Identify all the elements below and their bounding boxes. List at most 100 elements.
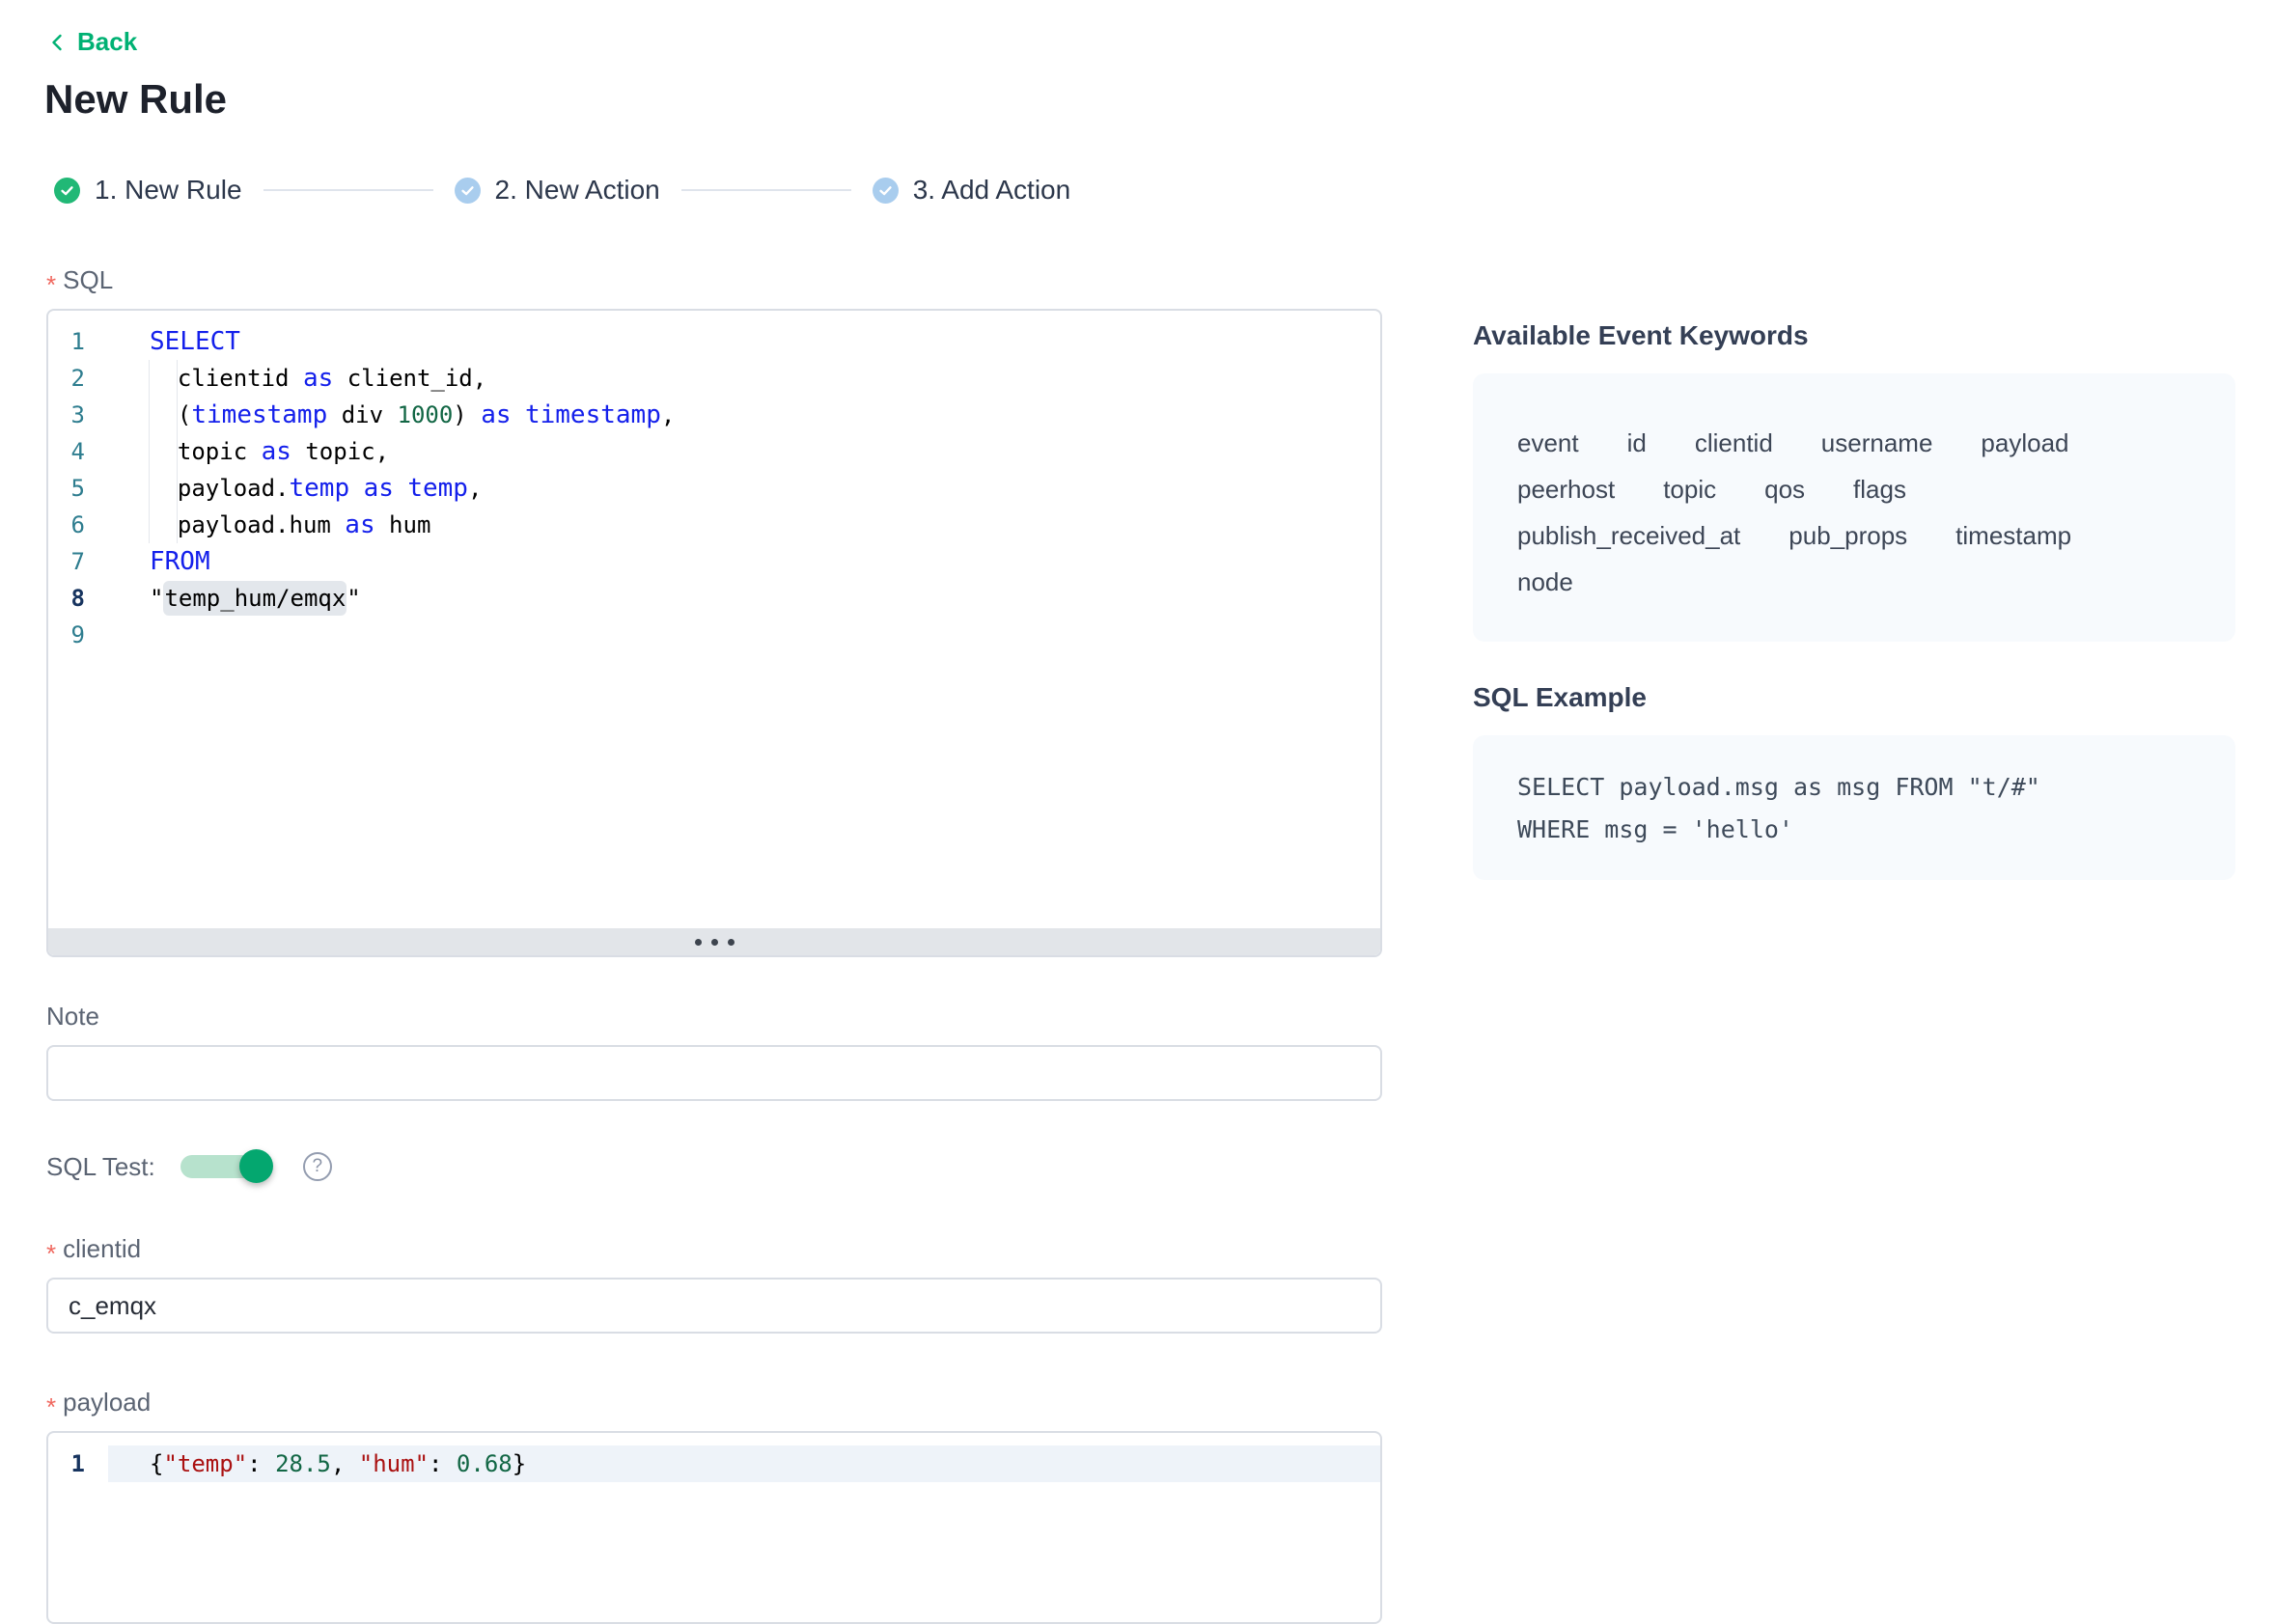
back-label: Back (77, 27, 137, 57)
keyword-peerhost[interactable]: peerhost (1517, 475, 1615, 505)
indent-guide (177, 433, 178, 470)
line-number: 7 (48, 543, 108, 580)
stepper: 1. New Rule 2. New Action 3. Add Action (46, 175, 1382, 206)
keywords-panel: event id clientid username payload peerhost to… (1473, 373, 2235, 642)
sql-example-panel: SELECT payload.msg as msg FROM "t/#"WHER… (1473, 735, 2235, 880)
note-field-label: Note (46, 1002, 1382, 1032)
main-column: Back New Rule 1. New Rule 2. New Action … (46, 0, 1382, 1624)
editor-resize-handle[interactable] (48, 928, 1380, 955)
note-input[interactable] (46, 1045, 1382, 1101)
keyword-username[interactable]: username (1821, 428, 1933, 458)
code-line: 6 payload.hum as hum (48, 507, 1380, 543)
code-line: 5 payload.temp as temp, (48, 470, 1380, 507)
stepper-connector (263, 189, 433, 191)
clientid-input[interactable] (46, 1278, 1382, 1334)
code-line: 2 clientid as client_id, (48, 360, 1380, 397)
step-2-label: 2. New Action (495, 175, 660, 206)
keyword-publish_received_at[interactable]: publish_received_at (1517, 521, 1740, 551)
step-1-check-icon (54, 178, 80, 204)
resize-dot (728, 939, 735, 946)
keyword-qos[interactable]: qos (1764, 475, 1805, 505)
indent-guide (149, 360, 150, 397)
line-number: 2 (48, 360, 108, 397)
code-line-content (108, 617, 1380, 653)
sql-field-label: * SQL (46, 265, 1382, 295)
resize-dot (695, 939, 702, 946)
keyword-topic[interactable]: topic (1663, 475, 1716, 505)
back-chevron-icon (46, 31, 69, 54)
payload-field-label: * payload (46, 1388, 1382, 1418)
indent-guide (177, 397, 178, 433)
sql-code-editor[interactable]: 1SELECT2 clientid as client_id,3 (timest… (46, 309, 1382, 957)
step-2-check-icon (455, 178, 481, 204)
code-line-content: topic as topic, (108, 433, 1380, 470)
toggle-knob (239, 1149, 273, 1183)
required-asterisk: * (46, 1249, 56, 1258)
line-number: 4 (48, 433, 108, 470)
code-line-content: SELECT (108, 323, 1380, 360)
code-line: 3 (timestamp div 1000) as timestamp, (48, 397, 1380, 433)
help-icon[interactable]: ? (303, 1152, 332, 1181)
sql-test-row: SQL Test: ? (46, 1149, 1382, 1184)
indent-guide (177, 360, 178, 397)
stepper-step-2[interactable]: 2. New Action (455, 175, 660, 206)
clientid-field-label: * clientid (46, 1234, 1382, 1264)
code-line: 8"temp_hum/emqx" (48, 580, 1380, 617)
code-line-content: clientid as client_id, (108, 360, 1380, 397)
indent-guide (149, 397, 150, 433)
line-number: 8 (48, 580, 108, 617)
line-number: 6 (48, 507, 108, 543)
keyword-pub_props[interactable]: pub_props (1789, 521, 1907, 551)
keyword-event[interactable]: event (1517, 428, 1579, 458)
payload-label-text: payload (63, 1388, 151, 1418)
stepper-connector (681, 189, 851, 191)
keyword-row: publish_received_at pub_props timestamp (1517, 512, 2191, 559)
side-panel: Available Event Keywords event id clientid… (1473, 0, 2235, 880)
keyword-payload[interactable]: payload (1981, 428, 2068, 458)
payload-code-editor[interactable]: 1{"temp": 28.5, "hum": 0.68} (46, 1431, 1382, 1624)
sql-example-line: WHERE msg = 'hello' (1517, 809, 2191, 851)
code-line-content: payload.temp as temp, (108, 470, 1380, 507)
step-1-label: 1. New Rule (95, 175, 242, 206)
sql-label-text: SQL (63, 265, 113, 295)
indent-guide (149, 507, 150, 543)
keyword-timestamp[interactable]: timestamp (1955, 521, 2071, 551)
line-number: 3 (48, 397, 108, 433)
keywords-heading: Available Event Keywords (1473, 320, 2235, 351)
sql-example-line: SELECT payload.msg as msg FROM "t/#" (1517, 766, 2191, 809)
step-3-check-icon (873, 178, 899, 204)
code-line: 4 topic as topic, (48, 433, 1380, 470)
sql-example-heading: SQL Example (1473, 682, 2235, 713)
line-number: 5 (48, 470, 108, 507)
keyword-node[interactable]: node (1517, 567, 1573, 597)
keyword-row: node (1517, 559, 2191, 605)
line-number: 1 (48, 1445, 108, 1482)
line-number: 9 (48, 617, 108, 653)
keyword-row: peerhost topic qos flags (1517, 466, 2191, 512)
sql-test-toggle[interactable] (180, 1155, 270, 1178)
code-line-content: "temp_hum/emqx" (108, 580, 1380, 617)
page-title: New Rule (44, 76, 1382, 123)
resize-dot (711, 939, 718, 946)
indent-guide (177, 507, 178, 543)
keyword-flags[interactable]: flags (1853, 475, 1906, 505)
payload-code-area[interactable]: 1{"temp": 28.5, "hum": 0.68} (48, 1433, 1380, 1482)
stepper-step-3[interactable]: 3. Add Action (873, 175, 1070, 206)
required-asterisk: * (46, 280, 56, 289)
keyword-id[interactable]: id (1627, 428, 1647, 458)
code-line: 1SELECT (48, 323, 1380, 360)
code-line-content: (timestamp div 1000) as timestamp, (108, 397, 1380, 433)
stepper-step-1[interactable]: 1. New Rule (54, 175, 242, 206)
sql-test-label: SQL Test: (46, 1152, 155, 1182)
keyword-clientid[interactable]: clientid (1695, 428, 1773, 458)
keyword-row: event id clientid username payload (1517, 420, 2191, 466)
line-number: 1 (48, 323, 108, 360)
code-line-content: payload.hum as hum (108, 507, 1380, 543)
indent-guide (149, 470, 150, 507)
sql-code-area[interactable]: 1SELECT2 clientid as client_id,3 (timest… (48, 311, 1380, 928)
back-link[interactable]: Back (46, 27, 137, 57)
clientid-label-text: clientid (63, 1234, 141, 1264)
step-3-label: 3. Add Action (913, 175, 1070, 206)
code-line: 7FROM (48, 543, 1380, 580)
code-line-content: {"temp": 28.5, "hum": 0.68} (108, 1445, 1380, 1482)
